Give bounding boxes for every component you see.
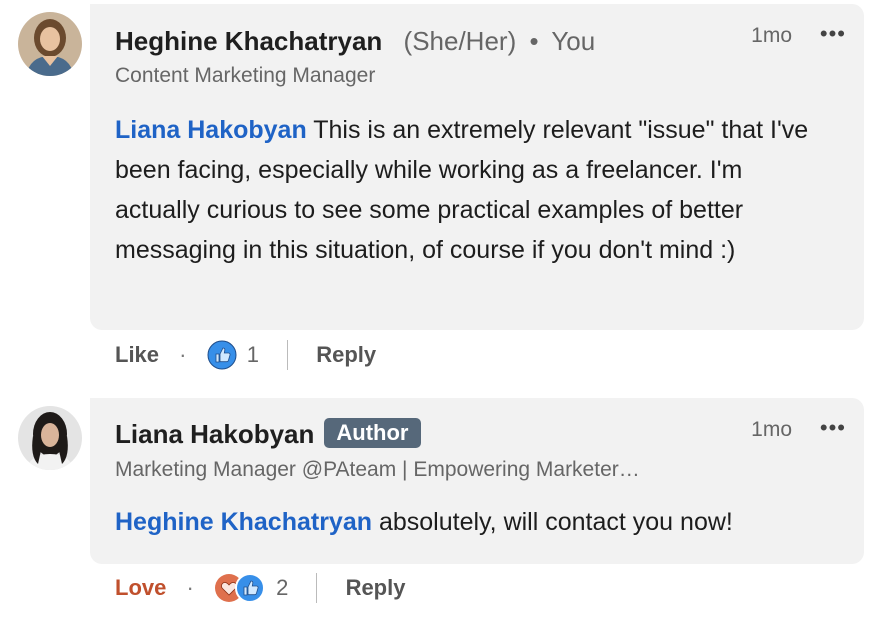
comment-text: Liana Hakobyan This is an extremely rele… xyxy=(115,110,815,270)
reaction-count[interactable]: 2 xyxy=(276,575,288,600)
reply-button[interactable]: Reply xyxy=(346,575,406,600)
reaction-icons[interactable] xyxy=(207,340,237,370)
author-badge: Author xyxy=(324,418,421,448)
author-name[interactable]: Liana Hakobyan xyxy=(115,419,314,449)
comment-timestamp: 1mo xyxy=(751,418,792,441)
reaction-icons[interactable] xyxy=(214,573,266,603)
comment-timestamp: 1mo xyxy=(751,24,792,47)
author-pronouns: (She/Her) xyxy=(403,26,517,56)
mention-link[interactable]: Liana Hakobyan xyxy=(115,116,307,144)
separator-dot: · xyxy=(179,342,187,367)
reaction-count[interactable]: 1 xyxy=(247,342,259,367)
like-reaction-icon xyxy=(234,573,265,603)
comment-body: absolutely, will contact you now! xyxy=(372,508,733,536)
author-headline: Content Marketing Manager xyxy=(115,64,376,87)
more-options-icon[interactable]: ••• xyxy=(820,415,846,441)
author-name[interactable]: Heghine Khachatryan xyxy=(115,26,382,56)
comment-bubble: Liana Hakobyan Author Marketing Manager @… xyxy=(90,398,864,564)
love-button[interactable]: Love xyxy=(115,575,166,600)
you-label: You xyxy=(551,26,596,56)
like-reaction-icon xyxy=(207,340,237,370)
comment-actions: Like · 1 Reply xyxy=(115,340,376,370)
separator-dot: · xyxy=(186,575,194,600)
more-options-icon[interactable]: ••• xyxy=(820,21,846,47)
divider xyxy=(287,340,289,370)
comment-actions: Love · 2 Reply xyxy=(115,573,405,603)
like-button[interactable]: Like xyxy=(115,342,159,367)
avatar-heghine[interactable] xyxy=(18,12,82,76)
comment-text: Heghine Khachatryan absolutely, will con… xyxy=(115,502,845,542)
mention-link[interactable]: Heghine Khachatryan xyxy=(115,508,372,536)
avatar-liana[interactable] xyxy=(18,406,82,470)
comment-bubble: Heghine Khachatryan (She/Her) • You Cont… xyxy=(90,4,864,330)
reply-button[interactable]: Reply xyxy=(316,342,376,367)
divider xyxy=(316,573,318,603)
separator-dot: • xyxy=(529,26,539,56)
author-headline: Marketing Manager @PAteam | Empowering M… xyxy=(115,458,640,481)
